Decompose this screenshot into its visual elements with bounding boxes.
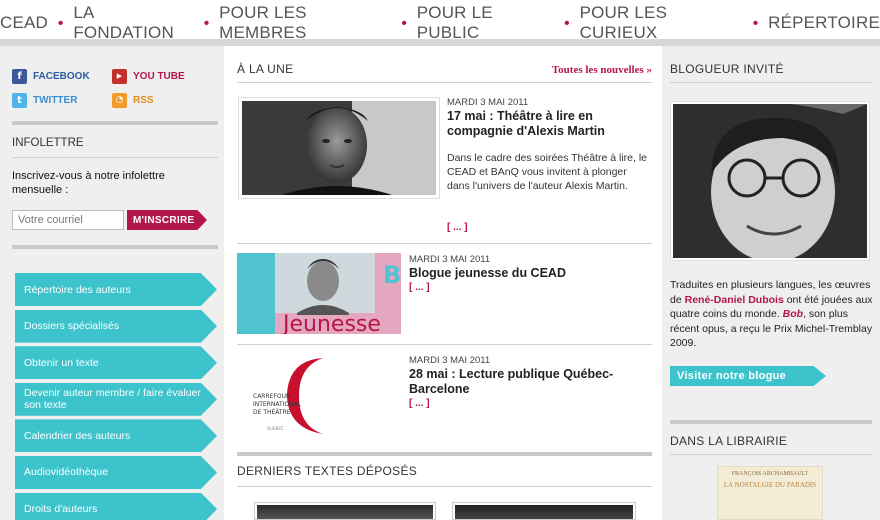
guest-author-link[interactable]: René-Daniel Dubois <box>685 294 784 306</box>
logo-line-2: INTERNATIONAL <box>253 401 302 408</box>
left-menu: Répertoire des auteurs Dossiers spéciali… <box>15 273 217 520</box>
guest-blogger-text: Traduites en plusieurs langues, les œuvr… <box>670 278 874 351</box>
divider <box>237 344 652 345</box>
divider <box>237 82 652 83</box>
visit-blog-button[interactable]: Visiter notre blogue <box>670 366 826 386</box>
article-2-title[interactable]: Blogue jeunesse du CEAD <box>409 266 649 281</box>
all-news-link[interactable]: Toutes les nouvelles » <box>552 64 652 76</box>
latest-texts-title: DERNIERS TEXTES DÉPOSÉS <box>237 464 418 478</box>
divider <box>237 243 652 244</box>
nav-pour-les-curieux[interactable]: POUR LES CURIEUX <box>580 3 743 43</box>
article-3-more-link[interactable]: [ ... ] <box>409 398 430 409</box>
menu-item-obtenir-texte[interactable]: Obtenir un texte <box>15 346 217 380</box>
article-2-more-link[interactable]: [ ... ] <box>409 282 430 293</box>
article-2-image[interactable]: B Jeunesse <box>237 253 401 334</box>
guest-blogger-title: BLOGUEUR INVITÉ <box>670 62 784 76</box>
carrefour-logo-icon: CARREFOUR INTERNATIONAL DE THÉÂTRE QUÉBE… <box>253 358 323 434</box>
menu-item-calendrier[interactable]: Calendrier des auteurs <box>15 419 217 453</box>
twitter-icon: t <box>12 92 27 108</box>
right-sidebar: BLOGUEUR INVITÉ Traduites en plusieurs l… <box>662 46 880 520</box>
bookstore-title: DANS LA LIBRAIRIE <box>670 434 788 448</box>
nav-separator: • <box>58 14 64 32</box>
youtube-label: YOU TUBE <box>133 70 185 82</box>
article-1-title[interactable]: 17 mai : Théâtre à lire en compagnie d'A… <box>447 109 647 139</box>
headline-title: À LA UNE <box>237 62 294 76</box>
rss-icon: ◔ <box>112 92 127 108</box>
menu-item-dossiers[interactable]: Dossiers spécialisés <box>15 309 217 343</box>
article-1-image[interactable] <box>238 97 440 199</box>
article-2-date: MARDI 3 MAI 2011 <box>409 254 491 265</box>
book-title: LA NOSTALGIE DU PARADIS <box>723 481 817 489</box>
portrait-photo-icon <box>242 101 436 195</box>
portrait-thumb-icon <box>257 505 433 519</box>
rss-link[interactable]: ◔ RSS <box>112 92 212 108</box>
nav-cead[interactable]: CEAD <box>0 13 48 33</box>
portrait-thumb-icon <box>455 505 633 519</box>
nav-separator: • <box>564 14 570 32</box>
twitter-label: TWITTER <box>33 94 78 106</box>
article-3-image[interactable]: CARREFOUR INTERNATIONAL DE THÉÂTRE QUÉBE… <box>237 354 401 442</box>
article-1-more-link[interactable]: [ ... ] <box>447 222 468 233</box>
youtube-link[interactable]: ▶ YOU TUBE <box>112 68 212 84</box>
book-cover[interactable]: FRANÇOIS ARCHAMBAULT LA NOSTALGIE DU PAR… <box>717 466 823 520</box>
portrait-photo-icon <box>673 102 867 260</box>
guest-work-title: Bob <box>782 308 804 320</box>
nav-separator: • <box>752 14 759 32</box>
divider <box>670 420 872 424</box>
facebook-label: FACEBOOK <box>33 70 90 82</box>
divider <box>12 245 218 249</box>
menu-item-droits[interactable]: Droits d'auteurs <box>15 492 217 520</box>
menu-item-audiovideotheque[interactable]: Audiovidéothèque <box>15 455 217 489</box>
logo-line-3: DE THÉÂTRE <box>253 408 291 416</box>
latest-text-thumb-2[interactable] <box>452 502 636 520</box>
main-content: À LA UNE Toutes les nouvelles » MARDI 3 … <box>224 46 662 520</box>
headline-header: À LA UNE Toutes les nouvelles » <box>237 62 652 76</box>
logo-line-1: CARREFOUR <box>253 393 290 400</box>
logo-sub: QUÉBEC <box>267 426 284 431</box>
left-sidebar: f FACEBOOK ▶ YOU TUBE t TWITTER ◔ RSS IN… <box>0 46 224 520</box>
nav-la-fondation[interactable]: LA FONDATION <box>73 3 194 43</box>
article-3-title[interactable]: 28 mai : Lecture publique Québec-Barcelo… <box>409 367 624 397</box>
article-3-date: MARDI 3 MAI 2011 <box>409 355 491 366</box>
divider <box>12 157 218 158</box>
book-author: FRANÇOIS ARCHAMBAULT <box>731 471 809 477</box>
facebook-icon: f <box>12 68 27 84</box>
rss-label: RSS <box>133 94 154 106</box>
nav-separator: • <box>203 14 210 32</box>
latest-text-thumb-1[interactable] <box>254 502 436 520</box>
article-1-body: Dans le cadre des soirées Théâtre à lire… <box>447 152 647 192</box>
menu-item-devenir-membre[interactable]: Devenir auteur membre / faire évaluer so… <box>15 382 217 416</box>
subscribe-button[interactable]: M'INSCRIRE <box>127 210 207 230</box>
jeunesse-word: Jeunesse <box>281 312 381 334</box>
latest-texts-header: DERNIERS TEXTES DÉPOSÉS <box>237 464 652 478</box>
social-links: f FACEBOOK ▶ YOU TUBE t TWITTER ◔ RSS <box>12 64 212 112</box>
facebook-link[interactable]: f FACEBOOK <box>12 68 112 84</box>
nav-pour-les-membres[interactable]: POUR LES MEMBRES <box>219 3 391 43</box>
guest-blogger-photo[interactable] <box>670 101 870 261</box>
newsletter-description: Inscrivez-vous à notre infolettre mensue… <box>12 170 165 196</box>
jeunesse-letter: B <box>383 261 401 289</box>
divider <box>237 452 652 456</box>
newsletter-email-input[interactable]: Votre courriel <box>12 210 124 230</box>
nav-pour-le-public[interactable]: POUR LE PUBLIC <box>417 3 555 43</box>
jeunesse-banner-icon: B Jeunesse <box>237 253 401 334</box>
nav-separator: • <box>401 14 407 32</box>
menu-item-repertoire-auteurs[interactable]: Répertoire des auteurs <box>15 273 217 306</box>
twitter-link[interactable]: t TWITTER <box>12 92 112 108</box>
nav-repertoire[interactable]: RÉPERTOIRE <box>768 13 880 33</box>
divider <box>670 454 872 455</box>
youtube-icon: ▶ <box>112 68 127 84</box>
divider <box>12 121 218 125</box>
divider <box>237 486 652 487</box>
article-1-date: MARDI 3 MAI 2011 <box>447 97 529 108</box>
newsletter-title: INFOLETTRE <box>12 137 84 149</box>
nav-divider <box>0 39 880 46</box>
divider <box>670 82 872 83</box>
